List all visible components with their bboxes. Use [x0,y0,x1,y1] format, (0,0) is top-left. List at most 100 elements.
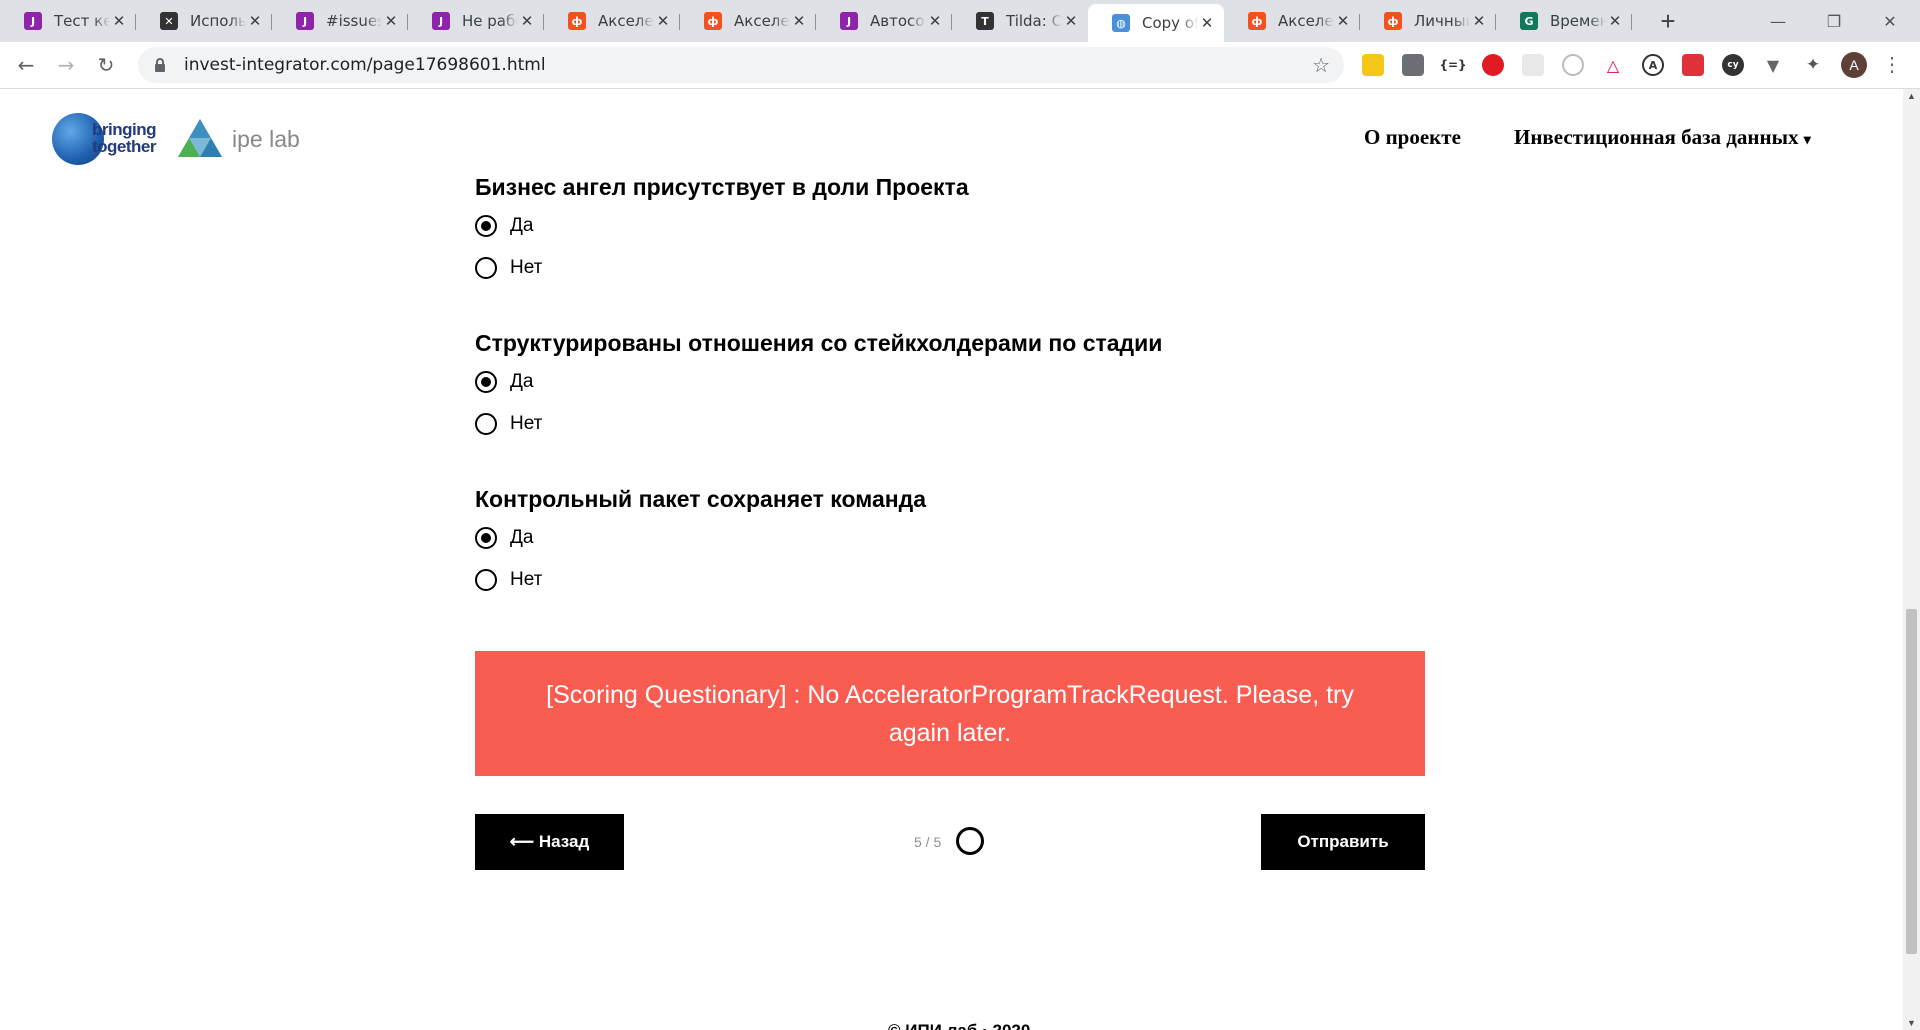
forward-arrow-icon[interactable]: → [52,51,80,79]
cypress-icon[interactable]: cy [1722,54,1744,76]
tab-title: Copy of [1142,14,1198,32]
tab-title: Личный [1414,12,1470,30]
radio-button[interactable] [475,527,497,549]
back-button[interactable]: ⟵ Назад [475,814,624,870]
radio-label: Да [510,215,534,236]
jira-icon: J [432,12,450,30]
browser-tab[interactable]: J Автосох✕ [816,6,952,36]
minimize-icon[interactable]: — [1749,0,1807,42]
browser-tab[interactable]: J Тест кей✕ [0,6,136,36]
extension-icon[interactable]: A [1642,54,1664,76]
puzzle-icon[interactable]: ✦ [1802,54,1824,76]
logo-text-line2: together [92,137,157,156]
close-tab-icon[interactable]: ✕ [654,12,672,30]
tab-separator [1631,14,1632,30]
scroll-down-icon[interactable]: ▼ [1903,1018,1920,1028]
close-tab-icon[interactable]: ✕ [1062,12,1080,30]
gitlab-icon: G [1520,12,1538,30]
extension-icon[interactable] [1522,54,1544,76]
extension-icon[interactable] [1682,54,1704,76]
extension-icon[interactable] [1362,54,1384,76]
close-tab-icon[interactable]: ✕ [1198,14,1216,32]
browser-tab[interactable]: ф Личный ✕ [1360,6,1496,36]
logo-text-line1: bringing [92,120,156,139]
vue-icon[interactable]: ▼ [1762,54,1784,76]
scroll-up-icon[interactable]: ▲ [1903,91,1920,101]
question-title: Контрольный пакет сохраняет команда [475,486,927,512]
browser-tab[interactable]: ф Акселер✕ [544,6,680,36]
error-message-box: [Scoring Questionary] : No AcceleratorPr… [475,651,1425,776]
json-extension-icon[interactable]: {=} [1439,54,1467,76]
globe-icon: ◍ [1112,14,1130,32]
tab-title: #issues [326,12,382,30]
radio-button[interactable] [475,215,497,237]
url-text: invest-integrator.com/page17698601.html [184,55,546,75]
submit-button[interactable]: Отправить [1261,814,1425,870]
avatar[interactable]: A [1841,52,1867,78]
restore-icon[interactable]: ❐ [1805,0,1863,42]
browser-tab[interactable]: ◍ Copy of ✕ [1088,4,1224,42]
back-arrow-icon[interactable]: ← [12,51,40,79]
browser-tab[interactable]: ф Акселер✕ [680,6,816,36]
radio-option-yes[interactable]: Да [475,371,533,393]
phi-icon: ф [704,12,722,30]
phi-icon: ф [1384,12,1402,30]
angular-icon[interactable]: △ [1602,54,1624,76]
browser-tab[interactable]: ф Акселер✕ [1224,6,1360,36]
browser-tab[interactable]: G Времен ✕ [1496,6,1632,36]
close-tab-icon[interactable]: ✕ [110,12,128,30]
footer-text: © ИПИ лаб · 2020 [888,1021,1030,1030]
close-tab-icon[interactable]: ✕ [382,12,400,30]
x-icon: ✕ [160,12,178,30]
radio-option-no[interactable]: Нет [475,569,542,591]
kebab-menu-icon[interactable]: ⋮ [1882,52,1902,77]
page-scrollbar[interactable]: ▲ ▼ [1903,89,1920,1030]
browser-tab[interactable]: T Tilda: Co✕ [952,6,1088,36]
radio-label: Да [510,527,534,548]
radio-button[interactable] [475,371,497,393]
close-tab-icon[interactable]: ✕ [1470,12,1488,30]
close-tab-icon[interactable]: ✕ [790,12,808,30]
jira-icon: J [296,12,314,30]
close-tab-icon[interactable]: ✕ [246,12,264,30]
close-tab-icon[interactable]: ✕ [1606,12,1624,30]
close-tab-icon[interactable]: ✕ [926,12,944,30]
lock-icon [155,58,165,72]
tab-title: Исполь [190,12,246,30]
nav-link-about[interactable]: О проекте [1364,125,1461,150]
radio-button[interactable] [475,413,497,435]
radio-button[interactable] [475,257,497,279]
radio-option-no[interactable]: Нет [475,257,542,279]
adblock-icon[interactable] [1482,54,1504,76]
shield-extension-icon[interactable] [1402,54,1424,76]
radio-label: Нет [510,257,543,278]
tab-strip: JТест кей✕✕Исполь✕J#issues✕JНе рабо✕фАкс… [0,0,1920,42]
question-title: Структурированы отношения со стейкхолдер… [475,330,1163,356]
scrollbar-thumb[interactable] [1906,609,1917,954]
radio-option-no[interactable]: Нет [475,413,542,435]
reload-icon[interactable]: ↻ [92,51,120,79]
browser-tab[interactable]: J #issues ✕ [272,6,408,36]
close-window-icon[interactable]: ✕ [1861,0,1919,42]
jira-icon: J [24,12,42,30]
address-bar[interactable]: invest-integrator.com/page17698601.html … [138,47,1344,83]
bookmark-star-icon[interactable]: ☆ [1312,53,1330,78]
ipe-lab-logo[interactable]: ipe lab [176,117,300,161]
bringing-together-logo[interactable]: bringing together [52,111,162,167]
ipe-lab-triangle-icon [178,119,222,157]
browser-tab[interactable]: ✕ Исполь ✕ [136,6,272,36]
tab-title: Автосох [870,12,926,30]
new-tab-button[interactable]: + [1655,6,1681,36]
close-tab-icon[interactable]: ✕ [518,12,536,30]
radio-option-yes[interactable]: Да [475,215,533,237]
close-tab-icon[interactable]: ✕ [1334,12,1352,30]
extension-icon[interactable] [1562,54,1584,76]
tab-title: Не рабо [462,12,518,30]
radio-option-yes[interactable]: Да [475,527,533,549]
radio-button[interactable] [475,569,497,591]
jira-icon: J [840,12,858,30]
loading-spinner-icon [956,827,984,855]
phi-icon: ф [568,12,586,30]
browser-tab[interactable]: J Не рабо✕ [408,6,544,36]
nav-link-database[interactable]: Инвестиционная база данных ▾ [1514,125,1811,150]
